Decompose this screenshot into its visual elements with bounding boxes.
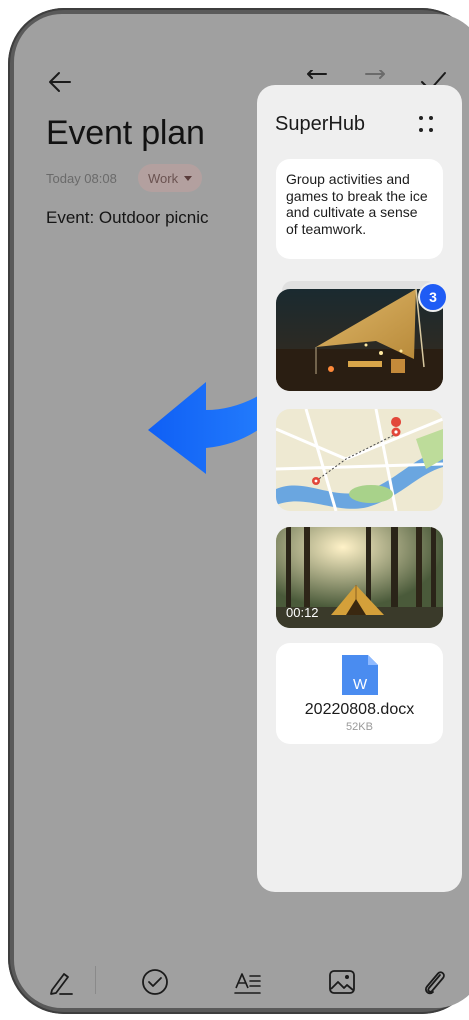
docx-file-card[interactable]: W 20220808.docx 52KB xyxy=(276,643,443,744)
text-clip-card[interactable]: Group activities and games to break the … xyxy=(276,159,443,259)
file-size: 52KB xyxy=(346,721,373,733)
video-duration: 00:12 xyxy=(286,605,319,620)
attachment-icon[interactable] xyxy=(418,966,450,998)
map-card[interactable] xyxy=(276,409,443,511)
word-document-icon: W xyxy=(342,655,378,695)
back-icon[interactable] xyxy=(46,68,74,96)
superhub-panel: SuperHub Group activities and games to b… xyxy=(257,85,462,892)
camping-photo-card[interactable] xyxy=(276,289,443,391)
svg-text:W: W xyxy=(353,676,368,693)
camping-tent-photo xyxy=(276,289,443,391)
note-title[interactable]: Event plan xyxy=(46,114,205,153)
file-name: 20220808.docx xyxy=(304,701,415,718)
superhub-title: SuperHub xyxy=(275,113,366,135)
checklist-icon[interactable] xyxy=(139,966,171,998)
image-icon[interactable] xyxy=(326,966,358,998)
category-tag-label: Work xyxy=(148,170,179,186)
note-body[interactable]: Event: Outdoor picnic xyxy=(46,208,209,228)
note-timestamp: Today 08:08 xyxy=(46,171,117,186)
grid-dots-icon[interactable] xyxy=(419,116,435,134)
text-clip-content: Group activities and games to break the … xyxy=(286,171,428,237)
video-card[interactable]: 00:12 xyxy=(276,527,443,628)
handwriting-icon[interactable] xyxy=(44,966,76,998)
toolbar-divider xyxy=(95,966,96,994)
route-map-thumbnail xyxy=(276,409,443,511)
category-tag[interactable]: Work xyxy=(138,164,203,192)
chevron-down-icon xyxy=(184,175,193,181)
text-style-icon[interactable] xyxy=(232,966,264,998)
photo-count-badge: 3 xyxy=(418,282,448,312)
